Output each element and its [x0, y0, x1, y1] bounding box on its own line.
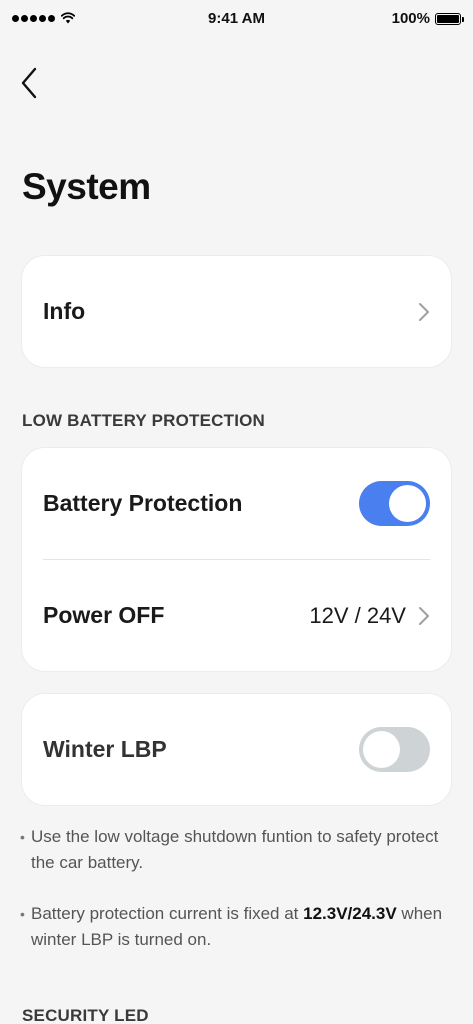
chevron-left-icon [21, 67, 37, 99]
power-off-value: 12V / 24V [309, 602, 406, 628]
info-note-2: • Battery protection current is fixed at… [20, 901, 460, 953]
toggle-knob [389, 485, 426, 522]
info-note-1: • Use the low voltage shutdown funtion t… [20, 824, 460, 876]
bullet: • [20, 829, 25, 845]
section-header-security-led: SECURITY LED [22, 1006, 149, 1024]
page-title: System [22, 166, 151, 207]
battery-full-icon [435, 12, 464, 25]
section-header-low-battery: LOW BATTERY PROTECTION [22, 411, 266, 430]
winter-lbp-card: Winter LBP [21, 693, 452, 806]
battery-percent: 100% [391, 10, 430, 27]
battery-protection-label: Battery Protection [43, 490, 243, 516]
note-highlight-voltage: 12.3V/24.3V [303, 904, 397, 923]
info-card[interactable]: Info [21, 255, 452, 368]
battery-protection-row: Battery Protection [22, 448, 451, 559]
power-off-label: Power OFF [43, 602, 165, 628]
battery-protection-toggle[interactable] [359, 481, 430, 526]
back-button[interactable] [14, 63, 44, 103]
winter-lbp-toggle[interactable] [359, 727, 430, 772]
note-text: Battery protection current is fixed at 1… [31, 904, 443, 949]
status-bar: 9:41 AM 100% [0, 0, 473, 40]
info-row[interactable]: Info [22, 256, 451, 367]
low-battery-card: Battery Protection Power OFF 12V / 24V [21, 447, 452, 672]
bullet: • [20, 906, 25, 922]
power-off-row[interactable]: Power OFF 12V / 24V [22, 560, 451, 671]
chevron-right-icon [419, 302, 429, 321]
toggle-knob [363, 731, 400, 768]
note-text: Use the low voltage shutdown funtion to … [31, 827, 439, 872]
info-label: Info [43, 298, 86, 324]
chevron-right-icon [419, 606, 429, 625]
winter-lbp-row: Winter LBP [22, 694, 451, 805]
winter-lbp-label: Winter LBP [43, 736, 167, 762]
system-settings-screen: 9:41 AM 100% System Info LOW BATTERY PRO… [0, 0, 473, 1024]
